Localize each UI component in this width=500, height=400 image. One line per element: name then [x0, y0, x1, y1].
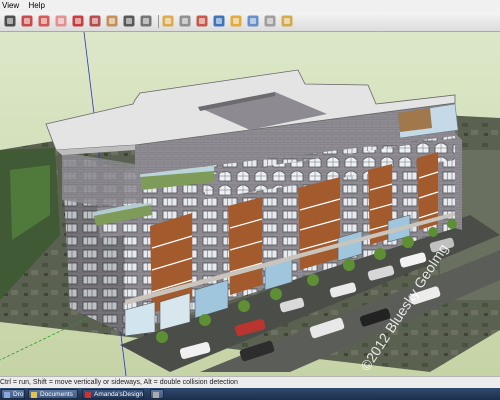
- pan-hand-icon[interactable]: [105, 14, 119, 28]
- toolbar-separator: [158, 15, 159, 28]
- taskbar-item-label: Dro...: [13, 391, 24, 398]
- geo-location-icon[interactable]: [280, 14, 294, 28]
- taskbar-item-label: Amanda'sDesign - S...: [94, 391, 143, 398]
- select-arrow-icon[interactable]: [3, 14, 17, 28]
- zoom-icon[interactable]: [122, 14, 136, 28]
- app-icon: [31, 392, 37, 398]
- toolbar: [0, 12, 500, 32]
- status-bar: Ctrl = run, Shift = move vertically or s…: [0, 376, 500, 388]
- taskbar-item[interactable]: [150, 389, 164, 399]
- app-icon: [85, 392, 91, 398]
- taskbar-item[interactable]: Amanda'sDesign - S...: [82, 389, 144, 399]
- orbit-icon[interactable]: [20, 14, 34, 28]
- folder-open-icon[interactable]: [161, 14, 175, 28]
- taskbar: Dro... Documents Amanda'sDesign - S...: [0, 388, 500, 400]
- taskbar-item[interactable]: Documents: [28, 389, 78, 399]
- status-text: Ctrl = run, Shift = move vertically or s…: [0, 379, 238, 386]
- app-icon: [4, 392, 10, 398]
- menu-view[interactable]: View: [0, 0, 24, 12]
- 3d-viewport[interactable]: ©2012 Bluesky GeoImg: [0, 32, 500, 376]
- styles-icon[interactable]: [229, 14, 243, 28]
- eraser-icon[interactable]: [54, 14, 68, 28]
- rotate-icon[interactable]: [88, 14, 102, 28]
- layers-icon[interactable]: [212, 14, 226, 28]
- model-scene: ©2012 Bluesky GeoImg: [0, 32, 500, 376]
- paint-bucket-icon[interactable]: [37, 14, 51, 28]
- zoom-extents-icon[interactable]: [139, 14, 153, 28]
- taskbar-item-label: Documents: [40, 391, 73, 398]
- menu-help[interactable]: Help: [26, 0, 49, 12]
- move-icon[interactable]: [71, 14, 85, 28]
- extensions-icon[interactable]: [246, 14, 260, 28]
- app-icon: [153, 392, 159, 398]
- section-plane-icon[interactable]: [195, 14, 209, 28]
- components-icon[interactable]: [178, 14, 192, 28]
- shadows-icon[interactable]: [263, 14, 277, 28]
- taskbar-item[interactable]: Dro...: [1, 389, 25, 399]
